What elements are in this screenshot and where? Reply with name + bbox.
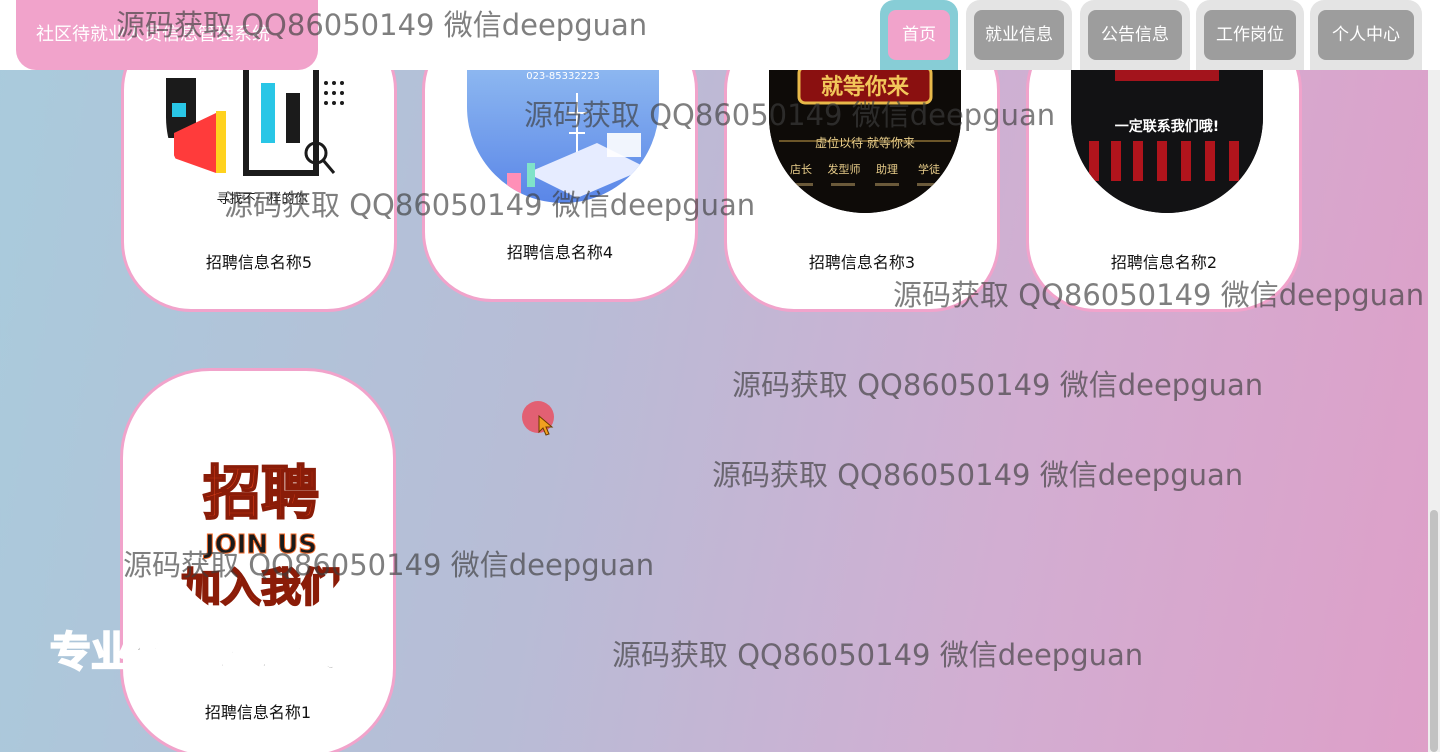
join-us-poster-graphic: 招聘 JOIN US 加入我们: [180, 458, 342, 612]
recruit-card-4-caption[interactable]: 招聘信息名称4: [425, 239, 695, 263]
poster-3-role: 发型师: [828, 162, 861, 176]
watermark: 源码获取 QQ86050149 微信deepguan: [712, 458, 1244, 492]
nav-announcements-button[interactable]: 公告信息: [1088, 10, 1182, 60]
watermark: 源码获取 QQ86050149 微信deepguan: [893, 278, 1425, 312]
recruit-image-1[interactable]: 招聘 JOIN US 加入我们: [165, 441, 357, 621]
watermark: 源码获取 QQ86050149 微信deepguan: [224, 188, 756, 222]
recruit-card-3-caption[interactable]: 招聘信息名称3: [727, 249, 997, 273]
nav-home-button[interactable]: 首页: [888, 10, 950, 60]
poster-3-role: 学徒: [918, 162, 940, 176]
promo-overlay-text: 专业毕业设计代做: [49, 627, 379, 677]
nav-tab-profile[interactable]: 个人中心: [1310, 0, 1422, 70]
nav-employment-button[interactable]: 就业信息: [974, 10, 1064, 60]
mouse-cursor-highlight: [522, 401, 554, 436]
poster-4-phone: 023-85332223: [526, 71, 600, 82]
vertical-scrollbar[interactable]: [1428, 70, 1440, 752]
nav-tab-announcements[interactable]: 公告信息: [1080, 0, 1190, 70]
nav-jobs-button[interactable]: 工作岗位: [1204, 10, 1296, 60]
nav-tab-home[interactable]: 首页: [880, 0, 958, 70]
recruit-card-2-caption[interactable]: 招聘信息名称2: [1029, 249, 1299, 273]
poster-3-sub: 虚位以待 就等你来: [815, 135, 915, 150]
recruit-card-1-caption[interactable]: 招聘信息名称1: [123, 699, 393, 723]
nav-tab-employment[interactable]: 就业信息: [966, 0, 1072, 70]
cursor-arrow-icon: [538, 415, 554, 436]
nav-tab-jobs[interactable]: 工作岗位: [1196, 0, 1304, 70]
scrollbar-thumb[interactable]: [1430, 510, 1438, 752]
nav-profile-button[interactable]: 个人中心: [1318, 10, 1414, 60]
watermark: 源码获取 QQ86050149 微信deepguan: [524, 98, 1056, 132]
watermark: 源码获取 QQ86050149 微信deepguan: [116, 8, 648, 42]
watermark: 源码获取 QQ86050149 微信deepguan: [732, 368, 1264, 402]
poster-3-role: 助理: [876, 162, 898, 176]
poster-2-title: 一定联系我们哦!: [1115, 118, 1219, 135]
poster-3-role: 店长: [790, 162, 812, 176]
watermark: 源码获取 QQ86050149 微信deepguan: [123, 548, 655, 582]
recruit-card-5-caption[interactable]: 招聘信息名称5: [124, 249, 394, 273]
poster-1-title: 招聘: [203, 459, 319, 527]
watermark: 源码获取 QQ86050149 微信deepguan: [612, 638, 1144, 672]
